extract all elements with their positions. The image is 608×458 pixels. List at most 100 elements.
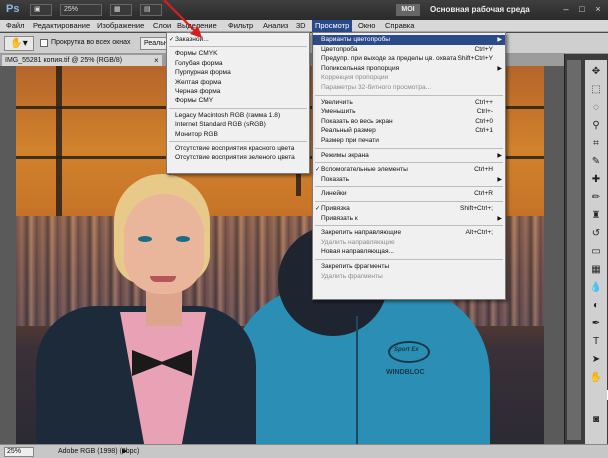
view-menu-item-shortcut: Shift+Ctrl+Y xyxy=(457,55,493,63)
hand-tool-icon[interactable]: ✋ xyxy=(588,370,604,386)
view-menu-item-shortcut: Ctrl+H xyxy=(474,166,493,174)
view-menu-item[interactable]: ✓ Вспомогательные элементы Ctrl+H xyxy=(313,165,505,175)
menu-separator xyxy=(315,201,503,202)
marquee-tool-icon[interactable]: ⬚ xyxy=(588,82,604,98)
menu-analysis[interactable]: Анализ xyxy=(260,20,291,32)
menu-separator xyxy=(169,107,307,109)
menu-separator xyxy=(169,141,307,142)
view-menu-item-shortcut: Ctrl+0 xyxy=(475,117,493,125)
collapsed-panels-strip[interactable] xyxy=(567,60,581,440)
view-menu-item-label: Вспомогательные элементы xyxy=(321,166,408,174)
title-bar: Ps ▣ 25% ▦ ▤ МОІ Основная рабочая среда … xyxy=(0,0,608,20)
view-menu-item[interactable]: Привязать к ▶ xyxy=(313,214,505,224)
status-info-menu-arrow[interactable]: ▶ xyxy=(122,447,127,455)
mode-button[interactable]: МОІ xyxy=(396,4,420,16)
healing-brush-icon[interactable]: ✚ xyxy=(588,172,604,188)
view-menu-item[interactable]: Увеличить Ctrl++ xyxy=(313,98,505,108)
menu-window[interactable]: Окно xyxy=(355,20,378,32)
pen-tool-icon[interactable]: ✒ xyxy=(588,316,604,332)
launch-bridge-icon[interactable]: ▣ xyxy=(30,4,52,16)
annotation-arrow-icon xyxy=(163,0,202,38)
view-menu-item[interactable]: Новая направляющая... xyxy=(313,247,505,257)
view-menu-item[interactable]: Реальный размер Ctrl+1 xyxy=(313,126,505,136)
view-menu-item[interactable]: Попиксельная пропорция ▶ xyxy=(313,64,505,74)
window-minimize-icon[interactable]: – xyxy=(560,4,572,15)
proof-menu-item-label: Черная форма xyxy=(175,88,221,95)
blur-tool-icon[interactable]: 💧 xyxy=(588,280,604,296)
menu-separator xyxy=(315,225,503,227)
view-menu-item-shortcut: Ctrl++ xyxy=(475,98,493,106)
view-menu-item-shortcut: Ctrl+1 xyxy=(475,127,493,135)
eraser-tool-icon[interactable]: ▭ xyxy=(588,244,604,260)
view-menu-item-shortcut: Ctrl+Y xyxy=(474,45,493,53)
status-bar: 25% Adobe RGB (1998) (8bpc) ▶ xyxy=(0,444,608,458)
scroll-all-windows-checkbox[interactable] xyxy=(40,39,48,47)
menu-edit[interactable]: Редактирование xyxy=(30,20,93,32)
close-tab-icon[interactable]: × xyxy=(154,55,159,66)
view-menu-item-shortcut: Shift+Ctrl+; xyxy=(460,205,493,212)
proof-menu-item-label: Отсутствие восприятия красного цвета xyxy=(175,145,295,152)
view-menu-item[interactable]: Размер при печати xyxy=(313,136,505,146)
view-menu-item-shortcut: Ctrl+- xyxy=(476,108,493,116)
menu-image[interactable]: Изображение xyxy=(94,20,147,32)
clone-stamp-icon[interactable]: ♜ xyxy=(588,208,604,224)
status-zoom-field[interactable]: 25% xyxy=(4,447,34,457)
window-restore-icon[interactable]: □ xyxy=(576,4,588,15)
woman-eye xyxy=(176,236,190,242)
menu-separator xyxy=(315,94,503,96)
path-select-tool-icon[interactable]: ➤ xyxy=(588,352,604,368)
view-menu-item[interactable]: Закрепить фрагменты xyxy=(313,262,505,272)
menu-3d[interactable]: 3D xyxy=(293,20,309,32)
proof-menu-item-label: Голубая форма xyxy=(175,59,223,67)
view-menu-item-label: Параметры 32-битного просмотра... xyxy=(321,84,432,91)
quick-mask-icon[interactable]: ◙ xyxy=(588,412,604,428)
view-menu-item[interactable]: Цветопроба Ctrl+Y xyxy=(313,45,505,55)
photoshop-logo: Ps xyxy=(6,3,20,15)
menu-help[interactable]: Справка xyxy=(382,20,417,32)
workspace-label[interactable]: Основная рабочая среда xyxy=(430,5,530,14)
menu-filter[interactable]: Фильтр xyxy=(225,20,256,32)
jacket-brand-text: WINDBLOC xyxy=(386,369,425,376)
view-menu-item[interactable]: Предупр. при выходе за пределы цв. охват… xyxy=(313,54,505,64)
move-tool-icon[interactable]: ✥ xyxy=(588,64,604,80)
view-menu-item-label: Закрепить направляющие xyxy=(321,229,402,237)
view-menu-item[interactable]: Режимы экрана ▶ xyxy=(313,151,505,161)
menu-view[interactable]: Просмотр xyxy=(312,20,353,32)
view-menu-item[interactable]: ✓ Привязка Shift+Ctrl+; xyxy=(313,204,505,214)
dodge-tool-icon[interactable]: ◐ xyxy=(588,298,604,314)
quick-select-tool-icon[interactable]: ⚲ xyxy=(588,118,604,134)
submenu-arrow-icon: ▶ xyxy=(497,176,502,183)
view-menu-item-label: Показать во весь экран xyxy=(321,117,393,125)
gradient-tool-icon[interactable]: ▦ xyxy=(588,262,604,278)
jacket-logo-text: Sport Ex xyxy=(394,347,419,353)
proof-menu-item[interactable]: Монитор RGB xyxy=(167,130,309,140)
view-menu-item[interactable]: Закрепить направляющие Alt+Ctrl+; xyxy=(313,228,505,238)
hand-tool-preset-button[interactable]: ✋▾ xyxy=(4,36,34,51)
woman-mouth xyxy=(150,276,176,282)
view-menu-item-label: Привязать к xyxy=(321,214,358,222)
view-menu-item[interactable]: Показать во весь экран Ctrl+0 xyxy=(313,117,505,127)
crop-tool-icon[interactable]: ⌗ xyxy=(588,136,604,152)
jacket-zipper xyxy=(356,316,358,444)
history-brush-icon[interactable]: ↺ xyxy=(588,226,604,242)
view-menu-item-label: Линейки xyxy=(321,190,347,198)
view-menu-item[interactable]: Варианты цветопробы ▶ xyxy=(313,35,505,45)
view-menu-item[interactable]: Показать ▶ xyxy=(313,175,505,185)
window-close-icon[interactable]: × xyxy=(592,4,604,15)
view-menu-item-label: Уменьшить xyxy=(321,108,356,116)
view-menu-item[interactable]: Линейки Ctrl+R xyxy=(313,189,505,199)
right-panel-dock: ✥ ⬚ ◌ ⚲ ⌗ ✎ ✚ ✏ ♜ ↺ ▭ ▦ 💧 ◐ ✒ T ➤ ✋ ◙ xyxy=(564,54,608,444)
proof-menu-item[interactable]: Отсутствие восприятия зеленого цвета xyxy=(167,153,309,163)
document-tab[interactable]: IMG_55281 копия.tif @ 25% (RGB/8) × xyxy=(2,55,162,66)
eyedropper-tool-icon[interactable]: ✎ xyxy=(588,154,604,170)
menu-file[interactable]: Файл xyxy=(3,20,27,32)
view-menu-item-label: Реальный размер xyxy=(321,127,376,135)
brush-tool-icon[interactable]: ✏ xyxy=(588,190,604,206)
view-extras-icon[interactable]: ▦ xyxy=(110,4,132,16)
zoom-level-select[interactable]: 25% xyxy=(60,4,102,16)
proof-menu-item[interactable]: Формы CMY xyxy=(167,96,309,106)
view-menu-item[interactable]: Уменьшить Ctrl+- xyxy=(313,107,505,117)
type-tool-icon[interactable]: T xyxy=(588,334,604,350)
submenu-arrow-icon: ▶ xyxy=(497,37,502,43)
lasso-tool-icon[interactable]: ◌ xyxy=(588,100,604,116)
